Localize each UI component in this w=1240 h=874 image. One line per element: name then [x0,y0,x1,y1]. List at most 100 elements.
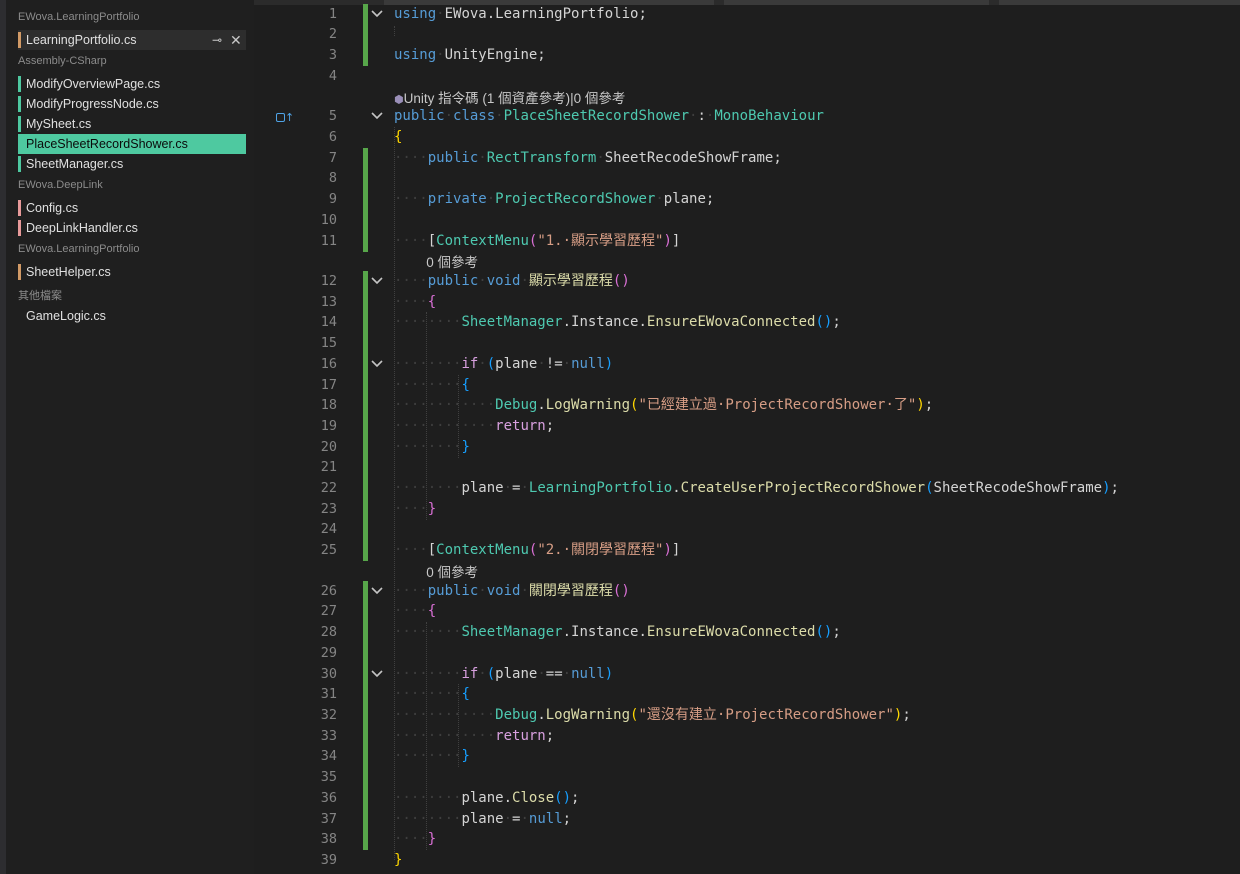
code-line[interactable]: 37 ········plane·=·null; [254,809,1240,830]
code-line[interactable]: 3 using·UnityEngine; [254,45,1240,66]
code-line[interactable]: 38 ····} [254,829,1240,850]
token: ········ [394,314,462,330]
code-line[interactable]: 4 [254,66,1240,86]
file-name: SheetHelper.cs [26,265,111,279]
token: ) [663,233,672,249]
code-line[interactable]: 36 ········plane.Close(); [254,788,1240,809]
indent-guide [458,684,459,767]
code-text: ············Debug.LogWarning("已經建立過·Proj… [394,395,933,415]
file-color-marker [18,76,21,92]
file-item[interactable]: MySheet.cs [18,114,246,134]
token: plane [461,480,504,496]
token: ···· [394,603,428,619]
code-line[interactable]: 39} [254,850,1240,870]
token: ; [571,790,580,806]
code-line[interactable]: 30 ········if·(plane·==·null) [254,664,1240,685]
file-item[interactable]: ModifyProgressNode.cs [18,94,246,114]
code-line[interactable]: 33 ············return; [254,726,1240,747]
collapse-chevron-icon[interactable] [370,581,384,601]
code-line[interactable]: 23 ····} [254,499,1240,520]
code-line[interactable]: 14 ········SheetManager.Instance.EnsureEW… [254,312,1240,333]
code-line[interactable]: 31 ········{ [254,684,1240,705]
change-marker [363,24,368,45]
file-item[interactable]: LearningPortfolio.cs ⊸ ✕ [18,30,246,50]
file-item[interactable]: DeepLinkHandler.cs [18,218,246,238]
file-item[interactable]: Config.cs [18,198,246,218]
token: · [436,6,445,22]
line-number: 37 [320,811,337,827]
code-line[interactable]: 15 [254,333,1240,354]
token: "已經建立過·ProjectRecordShower·了" [638,397,917,413]
code-line[interactable]: 12 ····public·void·顯示學習歷程() [254,271,1240,292]
code-line[interactable]: 20 ········} [254,437,1240,458]
code-line[interactable]: 19 ············return; [254,416,1240,437]
code-line[interactable]: 7 ····public·RectTransform·SheetRecodeSho… [254,148,1240,169]
close-icon[interactable]: ✕ [230,30,242,50]
code-line[interactable]: 29 [254,643,1240,664]
code-line[interactable]: 34 ········} [254,746,1240,767]
collapse-chevron-icon[interactable] [370,664,384,684]
change-marker [363,581,368,602]
token: MonoBehaviour [714,108,824,124]
line-number: 6 [328,129,337,145]
code-line[interactable]: 6{ [254,127,1240,147]
line-number: 29 [320,645,337,661]
group-header: 其他檔案 [18,290,62,302]
code-line[interactable]: 24 [254,519,1240,540]
collapse-chevron-icon[interactable] [370,271,384,291]
line-number: 25 [320,542,337,558]
code-line[interactable]: 16 ········if·(plane·!=·null) [254,354,1240,375]
change-marker [363,540,368,561]
file-item[interactable]: PlaceSheetRecordShower.cs [18,134,246,154]
token: Debug [495,707,538,723]
line-number: 39 [320,852,337,868]
code-line[interactable]: 25 ····[ContextMenu("2.·關閉學習歷程")] [254,540,1240,561]
code-line[interactable]: 26 ····public·void·關閉學習歷程() [254,581,1240,602]
token: { [427,603,437,619]
file-item[interactable]: SheetHelper.cs [18,262,246,282]
code-line[interactable]: 2 [254,24,1240,45]
code-line[interactable]: 17 ········{ [254,375,1240,396]
code-editor[interactable]: 1 using·EWova.LearningPortfolio; 2 3 using·U… [254,0,1240,874]
codelens-class[interactable]: ⬢Unity 指令碼 (1 個資產參考)|0 個參考 [394,87,625,107]
file-item[interactable]: GameLogic.cs [18,306,246,326]
code-line[interactable]: 35 [254,767,1240,788]
code-text: ········plane·=·LearningPortfolio.Create… [394,478,1119,498]
code-line[interactable]: 8 [254,168,1240,189]
token: CreateUserProjectRecordShower [680,480,926,496]
collapse-chevron-icon[interactable] [370,106,384,126]
code-line[interactable]: 9 ····private·ProjectRecordShower·plane; [254,189,1240,210]
file-item[interactable]: SheetManager.cs [18,154,246,174]
token: LogWarning [545,707,631,723]
code-line[interactable]: 13 ····{ [254,292,1240,313]
pin-icon[interactable]: ⊸ [212,30,222,50]
change-marker [363,45,368,66]
token: · [486,191,496,207]
code-line[interactable]: 5 public·class·PlaceSheetRecordShower·:·M… [254,106,1240,126]
code-line[interactable]: 11 ····[ContextMenu("1.·顯示學習歷程")] [254,231,1240,252]
token: Close [512,790,555,806]
token: ( [925,480,934,496]
collapse-chevron-icon[interactable] [370,4,384,24]
unity-script-icon[interactable]: ↑ [276,112,298,124]
code-line[interactable]: 1 using·EWova.LearningPortfolio; [254,4,1240,25]
codelens-references[interactable]: 0 個參考 [426,251,478,271]
token: ; [545,418,555,434]
line-number: 34 [320,748,337,764]
code-line[interactable]: 27 ····{ [254,601,1240,622]
token: plane. [461,790,513,806]
code-line[interactable]: 10 [254,210,1240,231]
code-line[interactable]: 28 ········SheetManager.Instance.EnsureEW… [254,622,1240,643]
token: .Instance. [562,314,647,330]
code-line[interactable]: 32 ············Debug.LogWarning("還沒有建立·Pr… [254,705,1240,726]
change-marker [363,210,368,231]
code-line[interactable]: 22 ········plane·=·LearningPortfolio.Crea… [254,478,1240,499]
collapse-chevron-icon[interactable] [370,354,384,374]
token: [ [427,233,437,249]
codelens-references[interactable]: 0 個參考 [426,561,478,581]
code-line[interactable]: 21 [254,457,1240,478]
file-item[interactable]: ModifyOverviewPage.cs [18,74,246,94]
code-text: { [394,127,402,147]
code-line[interactable]: 18 ············Debug.LogWarning("已經建立過·Pr… [254,395,1240,416]
change-marker [363,457,368,478]
